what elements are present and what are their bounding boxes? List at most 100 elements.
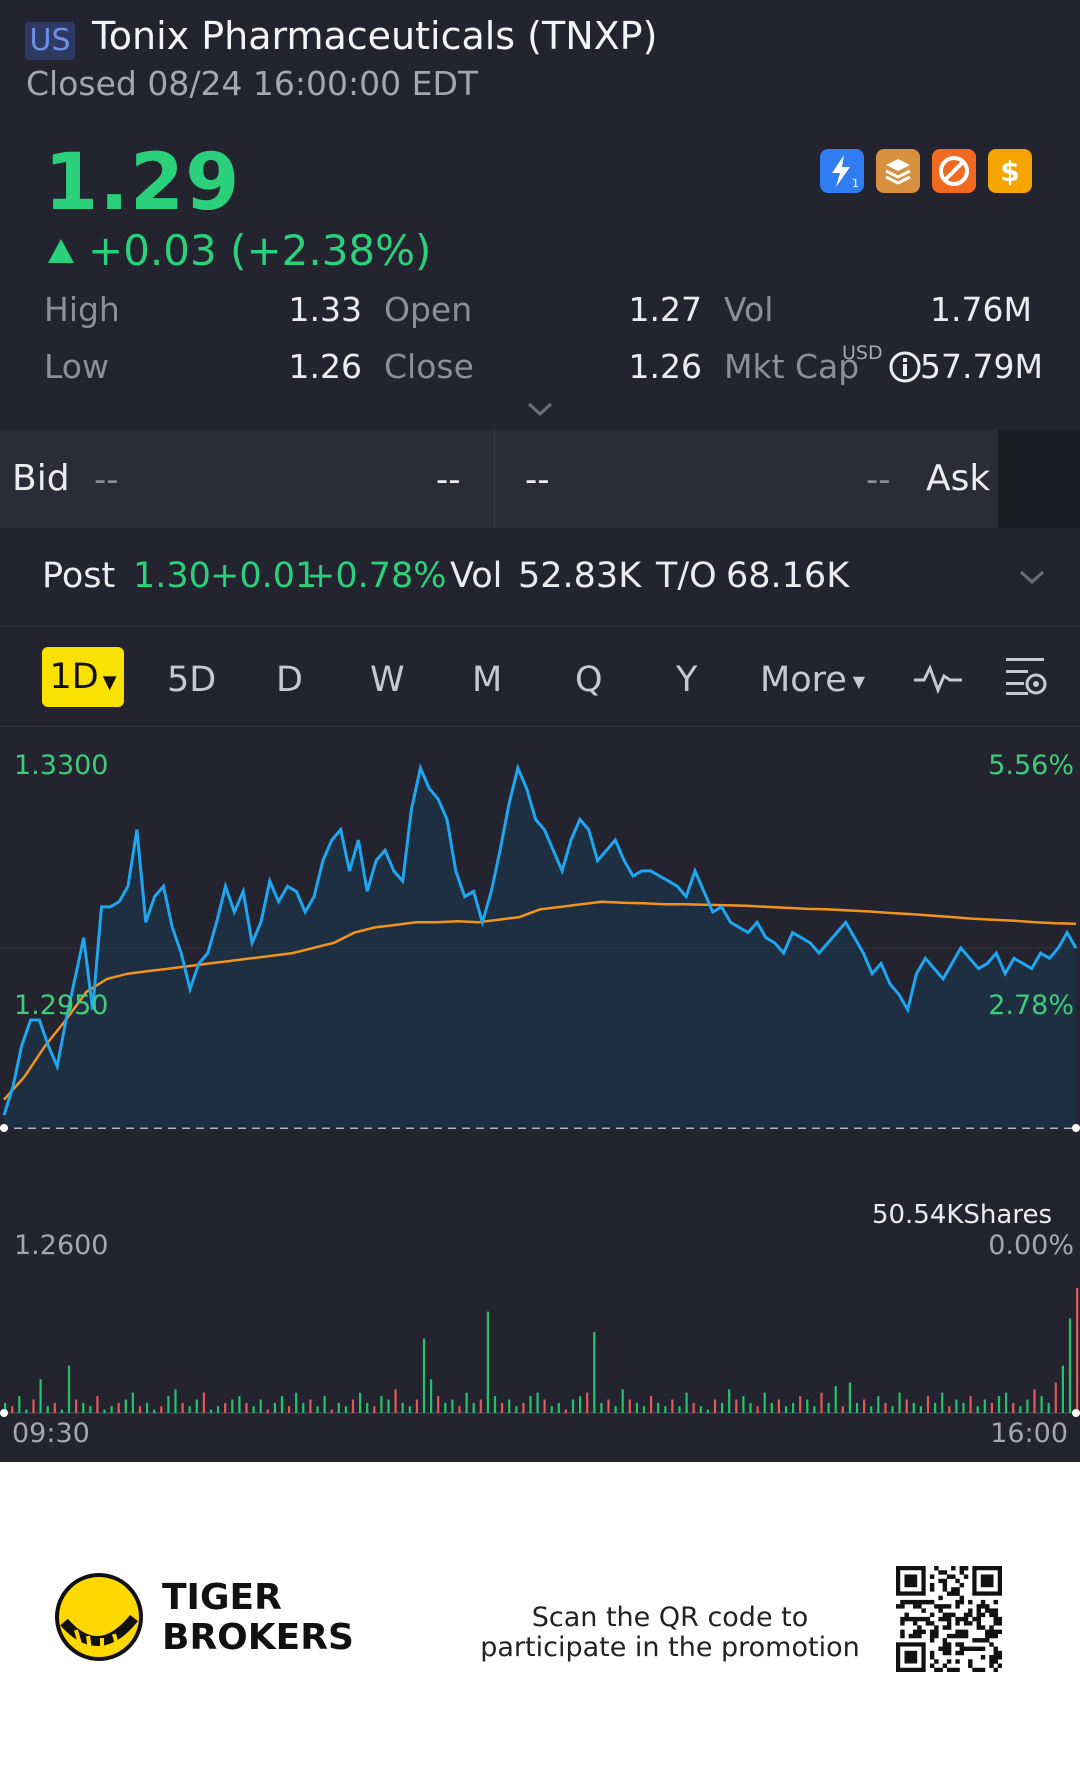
stack-icon[interactable]: [876, 149, 920, 193]
promo-line-1: Scan the QR code to: [531, 1602, 809, 1633]
volume-bar: [763, 1392, 766, 1413]
post-to: 68.16K: [726, 556, 850, 596]
high-label: High: [44, 290, 120, 329]
volume-bar: [593, 1331, 596, 1413]
promo-line-2: participate in the promotion: [480, 1632, 860, 1663]
x-label-start: 09:30: [12, 1418, 90, 1449]
bid-price: --: [94, 460, 119, 500]
volume-bar: [309, 1399, 312, 1413]
volume-bar: [1040, 1396, 1043, 1413]
tab-more[interactable]: More ▼: [760, 660, 865, 700]
stock-title: Tonix Pharmaceuticals (TNXP): [92, 14, 658, 58]
volume-bar: [905, 1399, 908, 1413]
volume-bar: [486, 1311, 489, 1413]
period-tabs: 1D ▼ 5D D W M Q Y More ▼: [0, 628, 1080, 727]
volume-bar: [103, 1409, 106, 1413]
no-margin-icon[interactable]: [932, 149, 976, 193]
post-price: 1.30: [133, 556, 211, 596]
volume-bar: [898, 1392, 901, 1413]
volume-bar: [848, 1382, 851, 1413]
volume-bar: [82, 1402, 85, 1413]
tab-y[interactable]: Y: [676, 660, 697, 700]
volume-bar: [855, 1402, 859, 1413]
tab-5d[interactable]: 5D: [167, 660, 216, 700]
chart-settings-icon[interactable]: [1002, 654, 1050, 702]
volume-bar: [337, 1402, 340, 1413]
low-value: 1.26: [288, 347, 362, 386]
ask-label: Ask: [926, 458, 991, 499]
mktcap-currency: USD: [842, 342, 883, 364]
close-label: Close: [384, 347, 474, 386]
last-price: 1.29: [44, 138, 241, 228]
tab-w[interactable]: W: [370, 660, 405, 700]
close-value: 1.26: [628, 347, 702, 386]
ask-size: --: [866, 460, 891, 500]
caret-down-icon: ▼: [102, 672, 117, 693]
volume-bar: [430, 1379, 433, 1413]
volume-bar: [990, 1402, 993, 1413]
volume-bar: [522, 1402, 525, 1413]
post-chevron-down-icon[interactable]: [1018, 568, 1046, 590]
tab-more-label: More: [760, 660, 847, 700]
post-market-bar[interactable]: Post 1.30 +0.01 +0.78% Vol 52.83K T/O 68…: [0, 530, 1080, 627]
lightning-icon[interactable]: 1: [820, 149, 864, 193]
volume-bar: [32, 1399, 35, 1413]
volume-bar: [1019, 1406, 1022, 1413]
volume-bar: [401, 1402, 404, 1413]
volume-bar: [621, 1389, 624, 1413]
volume-bar: [252, 1406, 255, 1413]
volume-bar: [380, 1396, 383, 1413]
volume-bar: [351, 1399, 355, 1413]
volume-bar: [813, 1406, 816, 1413]
indicator-icon[interactable]: [912, 658, 964, 702]
volume-bar: [820, 1392, 823, 1413]
axis-end-dot: [1072, 1124, 1080, 1132]
post-vol-label: Vol: [450, 556, 503, 596]
volume-bar: [373, 1406, 376, 1413]
volume-bar: [891, 1406, 894, 1413]
volume-bar: [579, 1396, 582, 1413]
volume-bar: [188, 1406, 191, 1413]
y-label-top: 1.3300: [14, 750, 109, 781]
market-status: Closed 08/24 16:00:00 EDT: [26, 64, 479, 103]
intraday-chart[interactable]: 1.3300 1.2950 1.2600 5.56% 2.78% 0.00% 5…: [0, 728, 1080, 1458]
tab-d[interactable]: D: [276, 660, 303, 700]
expand-chevron-icon[interactable]: [526, 400, 554, 422]
tab-q[interactable]: Q: [575, 660, 603, 700]
volume-bar: [366, 1402, 369, 1413]
tab-1d[interactable]: 1D ▼: [42, 647, 124, 707]
vol-value: 1.76M: [930, 290, 1032, 329]
volume-bar: [316, 1406, 319, 1413]
volume-bar: [131, 1392, 134, 1413]
pct-label-mid: 2.78%: [988, 990, 1074, 1021]
dollar-icon[interactable]: $: [988, 149, 1032, 193]
volume-bar: [550, 1406, 553, 1413]
volume-bar: [89, 1406, 92, 1413]
volume-bar: [1012, 1402, 1015, 1413]
volume-bar: [607, 1399, 610, 1413]
volume-bar: [976, 1406, 979, 1413]
info-icon[interactable]: [888, 350, 921, 383]
volume-bar: [25, 1409, 28, 1413]
volume-bar: [571, 1399, 575, 1413]
post-change-pct: +0.78%: [306, 556, 447, 596]
post-vol: 52.83K: [518, 556, 642, 596]
volume-bar: [600, 1402, 603, 1413]
volume-bar: [1005, 1392, 1008, 1413]
volume-bar: [962, 1402, 965, 1413]
volume-bar: [288, 1406, 291, 1413]
chart-canvas[interactable]: [0, 728, 1080, 1458]
volume-bar: [713, 1399, 717, 1413]
volume-bar: [451, 1399, 454, 1413]
volume-bar: [536, 1392, 539, 1413]
tab-m[interactable]: M: [472, 660, 502, 700]
volume-bar: [706, 1409, 709, 1413]
volume-bar: [1068, 1318, 1072, 1413]
mktcap-value: 57.79M: [920, 347, 1043, 386]
volume-bar: [784, 1406, 788, 1413]
volume-bar: [124, 1399, 127, 1413]
up-arrow-icon: [48, 238, 74, 263]
volume-bar: [415, 1399, 418, 1413]
vol-label: Vol: [724, 290, 774, 329]
x-label-end: 16:00: [990, 1418, 1068, 1449]
